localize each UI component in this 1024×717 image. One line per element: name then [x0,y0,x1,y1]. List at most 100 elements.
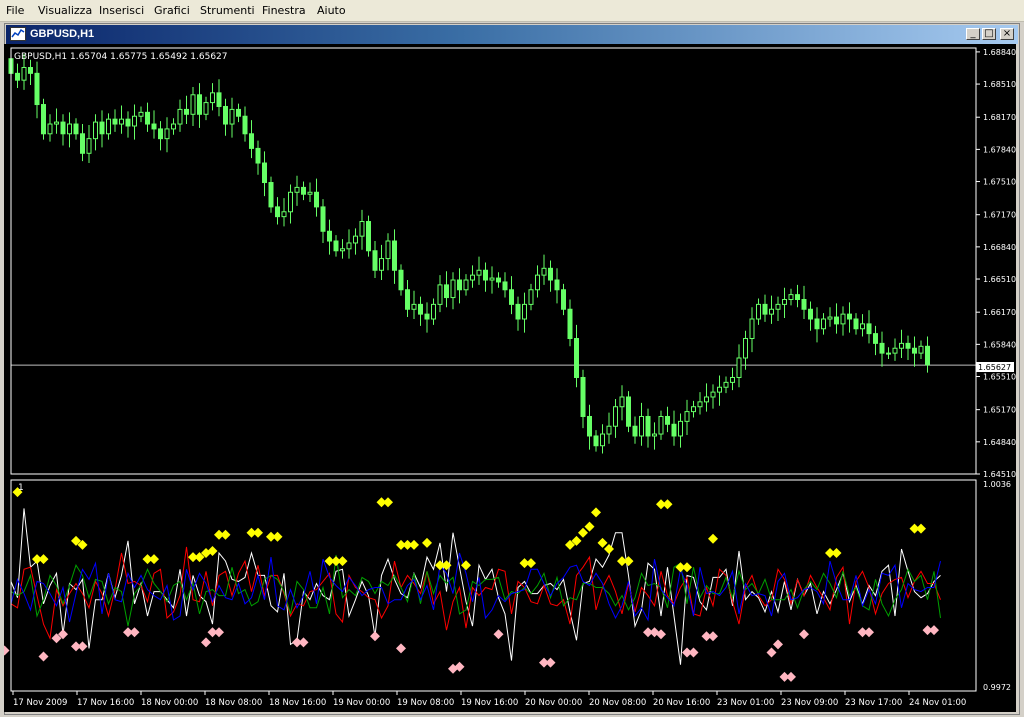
candle-body [548,267,553,281]
candle-body [34,72,40,106]
candle-body [242,115,248,135]
candle-body [112,118,118,125]
price-tick-label: 1.65170 [983,406,1016,415]
candle-body [639,415,644,437]
candle-body [580,376,586,417]
candle-body [28,66,33,74]
candle-body [119,118,124,125]
candle-body [925,345,930,366]
candle-body [912,347,917,354]
candle-body [158,128,163,140]
candle-body [249,133,254,149]
candle-body [489,277,495,281]
time-tick-label: 18 Nov 00:00 [141,698,198,708]
candle-body [606,425,612,435]
menu-strumenti[interactable]: Strumenti [200,4,255,17]
candle-body [652,433,657,437]
title-bar[interactable]: GBPUSD,H1 _ □ × [6,25,1018,44]
menu-grafici[interactable]: Grafici [154,4,190,17]
candle-body [15,72,20,81]
time-tick-label: 20 Nov 08:00 [589,698,646,708]
candle-body [775,303,781,310]
candle-body [171,123,176,130]
candle-body [54,121,59,125]
candle-body [743,337,748,359]
menu-aiuto[interactable]: Aiuto [317,4,346,17]
candle-body [164,128,170,140]
time-tick-label: 20 Nov 00:00 [525,698,582,708]
candle-body [658,415,664,435]
candle-body [892,347,898,354]
candle-body [600,433,605,447]
time-tick-label: 19 Nov 08:00 [397,698,454,708]
candle-body [184,108,189,115]
candle-body [106,118,111,135]
close-icon: × [1002,28,1012,39]
candle-body [457,279,462,291]
time-tick-label: 19 Nov 16:00 [461,698,518,708]
candle-body [782,299,787,305]
chart-area[interactable]: 1.68840 1.68510 1.68170 1.67840 1.67510 1.671… [4,44,1016,712]
candle-body [444,284,449,299]
candle-body [197,94,202,115]
time-tick-label: 19 Nov 00:00 [333,698,390,708]
candle-body [73,123,79,135]
menu-visualizza[interactable]: Visualizza [38,4,92,17]
candle-body [795,294,800,301]
candle-body [145,111,150,125]
candle-body [756,303,761,320]
candle-body [67,123,72,135]
price-tick-label: 1.67170 [983,211,1016,220]
time-tick-label: 24 Nov 01:00 [909,698,966,708]
candle-body [808,308,813,320]
candle-body [918,345,924,354]
chart-background [4,44,1016,712]
time-tick-label: 23 Nov 17:00 [845,698,902,708]
time-tick-label: 17 Nov 16:00 [77,698,134,708]
candle-body [190,94,196,115]
candle-body [431,303,436,320]
candle-body [424,313,430,320]
candle-body [749,318,755,339]
time-tick-label: 17 Nov 2009 [13,698,67,708]
price-tick-label: 1.67840 [983,145,1016,154]
candle-body [418,303,423,315]
menu-file[interactable]: File [6,4,24,17]
close-button[interactable]: × [1000,28,1014,40]
candle-body [762,303,768,315]
maximize-button[interactable]: □ [982,28,996,40]
time-tick-label: 23 Nov 09:00 [781,698,838,708]
candle-body [307,191,313,195]
candle-body [275,206,280,218]
candle-body [866,323,872,335]
candle-body [528,289,534,305]
candle-body [691,406,696,413]
candle-body [899,342,904,349]
candle-body [827,316,833,320]
current-price-label: 1.65627 [978,363,1011,372]
candle-body [411,303,417,310]
candle-body [281,211,287,218]
price-tick-label: 1.66170 [983,308,1016,317]
candle-body [515,303,521,320]
menu-finestra[interactable]: Finestra [262,4,306,17]
candle-body [574,337,579,378]
candle-body [678,420,683,437]
price-tick-label: 1.68170 [983,113,1016,122]
candle-body [736,357,742,378]
candle-body [821,318,826,330]
candle-body [151,123,157,130]
price-tick-label: 1.66510 [983,275,1016,284]
candle-body [340,248,345,252]
minimize-button[interactable]: _ [966,28,980,40]
candle-body [788,294,794,301]
candle-body [704,396,709,403]
candle-body [41,104,46,135]
candle-body [496,277,501,283]
candle-body [47,123,53,135]
candle-body [502,281,508,291]
menu-inserisci[interactable]: Inserisci [99,4,144,17]
candle-body [684,411,690,422]
candle-body [509,289,514,305]
maximize-icon: □ [984,28,994,39]
